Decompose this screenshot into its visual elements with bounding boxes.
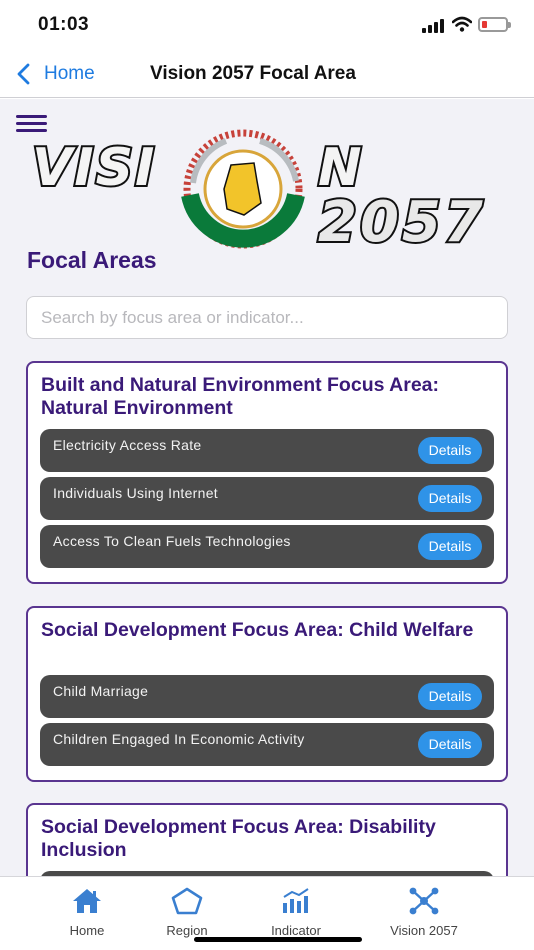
focal-area-card: Social Development Focus Area: Disabilit… — [26, 803, 508, 876]
indicator-row[interactable]: Individuals Using Internet Details — [40, 477, 494, 520]
home-icon — [73, 889, 101, 913]
tab-indicator[interactable]: Indicator — [246, 887, 346, 943]
tab-region[interactable]: Region — [137, 887, 237, 943]
tab-label: Region — [166, 923, 208, 938]
battery-icon — [478, 17, 511, 32]
details-button[interactable]: Details — [418, 485, 482, 512]
focal-area-card: Built and Natural Environment Focus Area… — [26, 361, 508, 584]
tab-label: Vision 2057 — [390, 923, 458, 938]
logo-text-n: N — [318, 138, 362, 198]
indicator-label: Individuals Using Internet — [53, 485, 218, 501]
card-title: Built and Natural Environment Focus Area… — [41, 374, 439, 419]
back-button[interactable]: Home — [14, 60, 95, 88]
main-content[interactable]: VISI N 2057 Focal Areas Built and Natura… — [0, 99, 534, 876]
home-indicator[interactable] — [194, 937, 362, 942]
tab-vision-2057[interactable]: Vision 2057 — [374, 887, 474, 943]
indicator-label: Children Engaged In Economic Activity — [53, 731, 305, 747]
details-button[interactable]: Details — [418, 683, 482, 710]
search-input[interactable] — [26, 296, 508, 339]
focal-area-card: Social Development Focus Area: Child Wel… — [26, 606, 508, 782]
nav-header: Home Vision 2057 Focal Area — [0, 50, 534, 98]
tab-label: Indicator — [271, 923, 321, 938]
network-icon — [409, 887, 439, 915]
status-time: 01:03 — [38, 14, 90, 35]
indicator-label: Child Marriage — [53, 683, 149, 699]
indicator-label: Electricity Access Rate — [53, 437, 202, 453]
logo-text-year: 2057 — [318, 190, 486, 251]
tab-label: Home — [69, 923, 105, 938]
indicator-row[interactable]: Access To Clean Fuels Technologies Detai… — [40, 525, 494, 568]
tab-home[interactable]: Home — [37, 887, 137, 943]
chart-icon — [283, 888, 309, 913]
ghana-map-emblem — [181, 129, 305, 249]
indicator-row[interactable]: Electricity Access Rate Details — [40, 429, 494, 472]
wifi-icon — [452, 16, 472, 32]
indicator-label: Access To Clean Fuels Technologies — [53, 533, 291, 549]
vision-2057-logo: VISI N 2057 — [30, 129, 486, 251]
pentagon-icon — [171, 887, 203, 915]
details-button[interactable]: Details — [418, 437, 482, 464]
details-button[interactable]: Details — [418, 533, 482, 560]
cellular-signal-icon — [422, 19, 444, 33]
status-bar: 01:03 — [0, 0, 534, 50]
back-label: Home — [44, 63, 95, 84]
indicator-row[interactable]: Children Engaged In Economic Activity De… — [40, 723, 494, 766]
logo-text-visi: VISI — [32, 138, 156, 198]
page-title: Vision 2057 Focal Area — [150, 63, 356, 84]
card-title: Social Development Focus Area: Disabilit… — [41, 816, 436, 861]
section-title: Focal Areas — [27, 247, 157, 273]
chevron-left-icon — [17, 63, 30, 85]
details-button[interactable]: Details — [418, 731, 482, 758]
card-title: Social Development Focus Area: Child Wel… — [41, 619, 474, 641]
indicator-row[interactable]: Child Marriage Details — [40, 675, 494, 718]
